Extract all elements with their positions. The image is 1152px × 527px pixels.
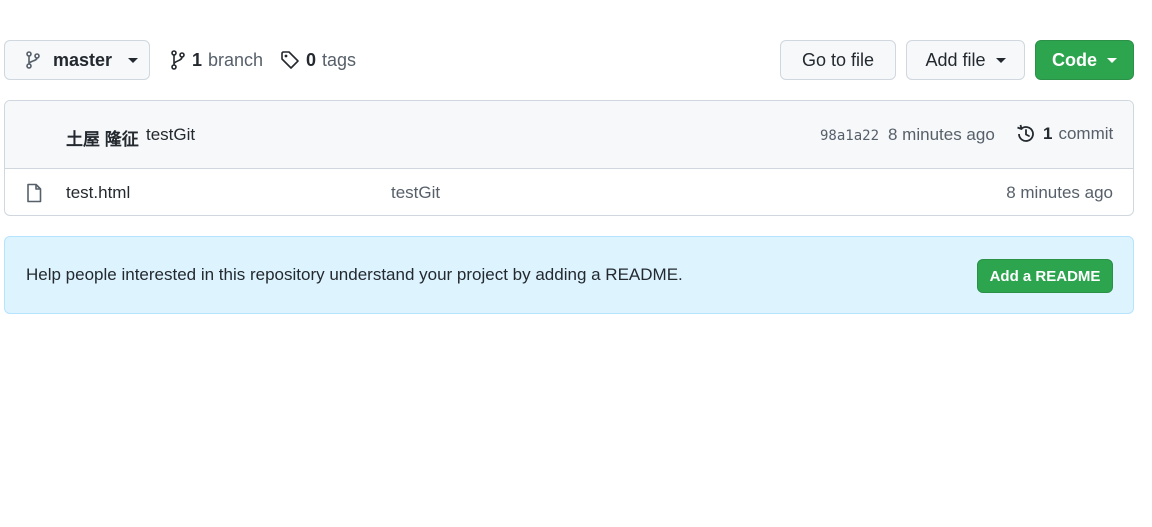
commit-count: 1 <box>1043 124 1053 143</box>
tag-count: 0 <box>306 49 317 70</box>
code-button[interactable]: Code <box>1035 40 1134 80</box>
commit-author[interactable]: 土屋 隆征 <box>66 125 139 150</box>
caret-down-icon <box>128 57 139 63</box>
branches-link[interactable]: 1 branch <box>170 40 263 80</box>
branch-select-button[interactable]: master <box>4 40 150 80</box>
commit-count-label: commit <box>1058 124 1114 143</box>
code-button-label: Code <box>1052 49 1097 70</box>
file-browser: 土屋 隆征 testGit 98a1a22 8 minutes ago 1 co… <box>4 100 1134 216</box>
history-icon <box>1015 123 1037 145</box>
file-name-link[interactable]: test.html <box>66 183 130 203</box>
file-icon <box>26 183 42 203</box>
branch-count: 1 <box>192 49 203 70</box>
file-row: test.html testGit 8 minutes ago <box>5 169 1133 215</box>
readme-banner: Help people interested in this repositor… <box>4 236 1134 314</box>
tags-link[interactable]: 0 tags <box>280 40 356 80</box>
caret-down-icon <box>1107 57 1117 63</box>
git-branch-icon <box>170 50 186 70</box>
commit-sha[interactable]: 98a1a22 <box>820 128 879 144</box>
tag-label: tags <box>322 49 357 70</box>
add-readme-button[interactable]: Add a README <box>977 259 1113 293</box>
file-time: 8 minutes ago <box>1006 183 1113 202</box>
add-file-label: Add file <box>925 49 986 70</box>
caret-down-icon <box>995 57 1006 63</box>
commit-time: 8 minutes ago <box>888 125 995 144</box>
branch-select-label: master <box>53 49 113 70</box>
readme-banner-text: Help people interested in this repositor… <box>26 265 683 284</box>
commit-message[interactable]: testGit <box>146 125 195 145</box>
branch-label: branch <box>208 49 264 70</box>
repo-toolbar: master 1 branch 0 tags Go to file Add fi… <box>4 40 1134 80</box>
latest-commit-header: 土屋 隆征 testGit 98a1a22 8 minutes ago 1 co… <box>5 101 1133 169</box>
tag-icon <box>280 50 300 70</box>
commit-history-link[interactable]: 1 commit <box>1015 123 1113 145</box>
file-commit-message[interactable]: testGit <box>391 183 440 203</box>
go-to-file-button[interactable]: Go to file <box>780 40 896 80</box>
git-branch-icon <box>25 51 41 69</box>
add-file-button[interactable]: Add file <box>906 40 1025 80</box>
